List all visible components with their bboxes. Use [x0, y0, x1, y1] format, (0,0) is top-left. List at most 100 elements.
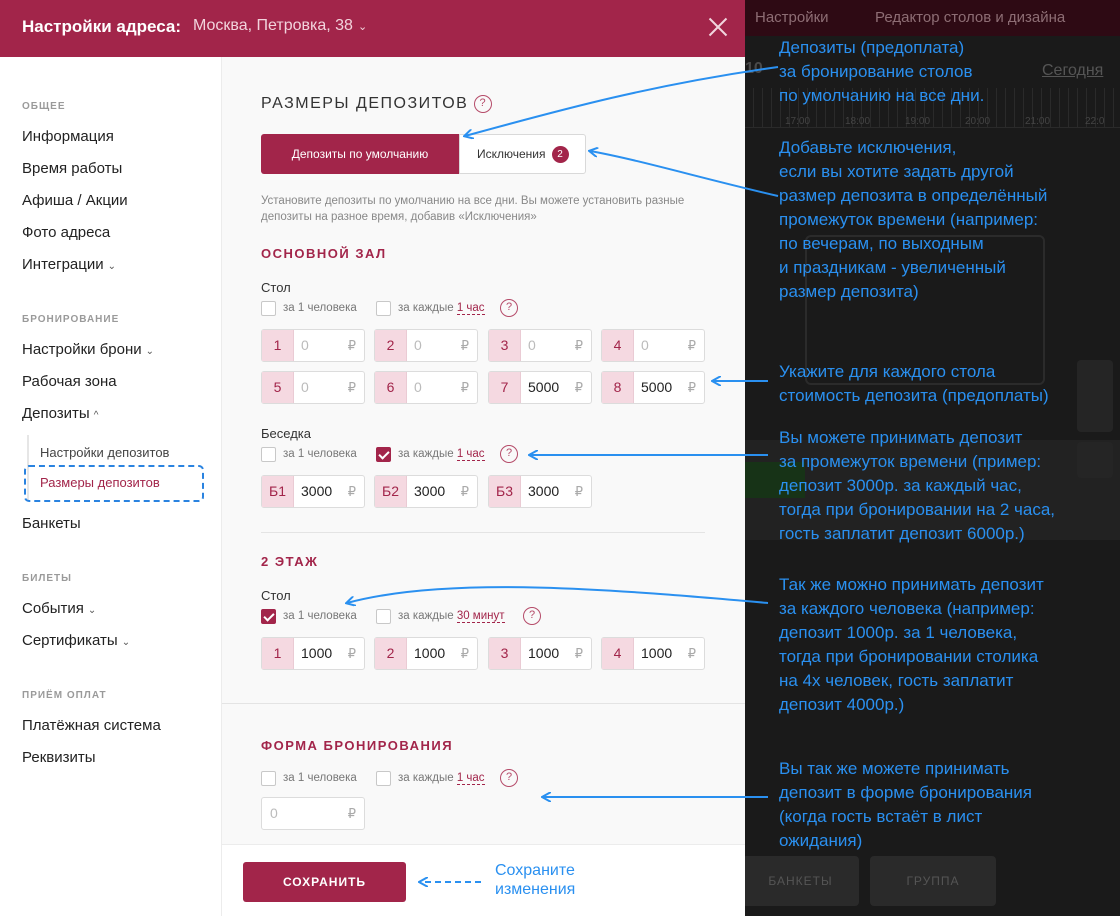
page-title-text: РАЗМЕРЫ ДЕПОЗИТОВ	[261, 95, 469, 113]
annotation-line: Сохраните	[495, 862, 575, 879]
annotation-line: изменения	[495, 881, 576, 898]
deposit-value: 0	[270, 805, 278, 821]
exceptions-count-badge: 2	[551, 146, 569, 164]
sidebar-item-hours[interactable]: Время работы	[22, 160, 122, 177]
per-time-checkbox[interactable]	[376, 609, 391, 624]
per-time-checkbox[interactable]	[376, 301, 391, 316]
highlight-box	[24, 465, 204, 502]
deposit-field[interactable]: 4 1000 ₽	[601, 637, 705, 670]
sidebar-item-events[interactable]: События ⌄	[22, 600, 96, 617]
timeline-tick: 17:00	[785, 116, 811, 127]
per-person-checkbox[interactable]	[261, 447, 276, 462]
sidebar-item-photo[interactable]: Фото адреса	[22, 224, 110, 241]
deposit-field[interactable]: Б3 3000 ₽	[488, 475, 592, 508]
save-button[interactable]: СОХРАНИТЬ	[243, 862, 406, 902]
deposit-field[interactable]: 1 1000 ₽	[261, 637, 365, 670]
sidebar-item-banquets[interactable]: Банкеты	[22, 515, 81, 532]
per-person-checkbox[interactable]	[261, 609, 276, 624]
help-icon[interactable]: ?	[500, 445, 518, 463]
deposit-field[interactable]: 6 0 ₽	[374, 371, 478, 404]
sidebar-item-integrations[interactable]: Интеграции ⌄	[22, 256, 116, 273]
sidebar-item-requisites[interactable]: Реквизиты	[22, 749, 96, 766]
annotation-line: и праздникам - увеличенный	[779, 258, 1006, 277]
help-icon[interactable]: ?	[523, 607, 541, 625]
ruble-icon: ₽	[460, 380, 469, 395]
tab-exceptions[interactable]: Исключения 2	[459, 134, 586, 174]
help-icon[interactable]: ?	[500, 299, 518, 317]
annotation-save: Сохраните изменения	[495, 861, 575, 899]
sidebar-item-booking-settings[interactable]: Настройки брони ⌄	[22, 341, 154, 358]
deposit-field[interactable]: 2 0 ₽	[374, 329, 478, 362]
deposit-value: 3000	[414, 483, 446, 499]
sidebar-item-label: Сертификаты	[22, 632, 118, 649]
deposit-value: 3000	[301, 483, 333, 499]
per-time-checkbox[interactable]	[376, 447, 391, 462]
sidebar-item-promo[interactable]: Афиша / Акции	[22, 192, 128, 209]
sidebar-item-deposits[interactable]: Депозиты ^	[22, 405, 98, 422]
ruble-icon: ₽	[347, 380, 356, 395]
per-time-checkbox[interactable]	[376, 771, 391, 786]
tab-default-deposits[interactable]: Депозиты по умолчанию	[261, 134, 459, 174]
sidebar-item-certificates[interactable]: Сертификаты ⌄	[22, 632, 130, 649]
annotation-exceptions: Добавьте исключения, если вы хотите задат…	[779, 136, 1047, 304]
deposit-field[interactable]: Б1 3000 ₽	[261, 475, 365, 508]
annotation-line: гость заплатит депозит 6000р.)	[779, 524, 1025, 543]
deposit-field[interactable]: 8 5000 ₽	[601, 371, 705, 404]
per-person-checkbox[interactable]	[261, 301, 276, 316]
modal-footer: СОХРАНИТЬ	[222, 844, 745, 916]
sidebar-item-payment-system[interactable]: Платёжная система	[22, 717, 161, 734]
annotation-line: ожидания)	[779, 831, 863, 850]
table-number-tag: 8	[602, 372, 634, 403]
deposit-value: 1000	[641, 645, 673, 661]
address-text: Москва, Петровка, 38	[193, 17, 353, 34]
deposit-field[interactable]: Б2 3000 ₽	[374, 475, 478, 508]
deposit-field[interactable]: 4 0 ₽	[601, 329, 705, 362]
help-icon[interactable]: ?	[474, 95, 493, 113]
deposit-field[interactable]: 2 1000 ₽	[374, 637, 478, 670]
deposit-field[interactable]: 7 5000 ₽	[488, 371, 592, 404]
annotation-line: Укажите для каждого стола	[779, 362, 996, 381]
section-title: 2 ЭТАЖ	[261, 554, 319, 569]
ruble-icon: ₽	[347, 338, 356, 353]
table-number-tag: 3	[489, 330, 521, 361]
annotation-booking-form: Вы так же можете принимать депозит в форм…	[779, 757, 1032, 853]
annotation-per-time: Вы можете принимать депозит за промежуток…	[779, 426, 1055, 546]
timeline-tick: 20:00	[965, 116, 991, 127]
sidebar-item-info[interactable]: Информация	[22, 128, 114, 145]
annotation-line: Депозиты (предоплата)	[779, 38, 965, 57]
annotation-line: на 4х человек, гость заплатит	[779, 671, 1014, 690]
ruble-icon: ₽	[687, 338, 696, 353]
deposit-field[interactable]: 3 1000 ₽	[488, 637, 592, 670]
table-number-tag: 4	[602, 638, 634, 669]
annotation-line: если вы хотите задать другой	[779, 162, 1014, 181]
background-banquets-button: БАНКЕТЫ	[745, 856, 859, 906]
period-selector[interactable]: 1 час	[456, 448, 485, 461]
table-number-tag: 1	[262, 330, 294, 361]
chevron-down-icon: ⌄	[87, 605, 97, 616]
annotation-line: Вы так же можете принимать	[779, 759, 1010, 778]
per-time-label: за каждые	[398, 448, 454, 460]
modal-title: Настройки адреса:	[22, 17, 182, 36]
annotation-line: за каждого человека (например:	[779, 599, 1035, 618]
table-number-tag: Б2	[375, 476, 407, 507]
annotation-line: депозит 4000р.)	[779, 695, 905, 714]
deposit-field[interactable]: 3 0 ₽	[488, 329, 592, 362]
sidebar-section-tickets: БИЛЕТЫ	[22, 573, 72, 584]
address-selector[interactable]: Москва, Петровка, 38 ⌄	[193, 17, 367, 35]
table-number-tag: 4	[602, 330, 634, 361]
period-selector[interactable]: 30 минут	[456, 610, 505, 623]
help-icon[interactable]: ?	[500, 769, 518, 787]
sidebar-subitem-deposit-settings[interactable]: Настройки депозитов	[40, 445, 169, 460]
period-selector[interactable]: 1 час	[456, 772, 485, 785]
sidebar-item-label: Интеграции	[22, 256, 104, 273]
deposit-field[interactable]: 5 0 ₽	[261, 371, 365, 404]
deposit-field[interactable]: 0 ₽	[261, 797, 365, 830]
deposit-field[interactable]: 1 0 ₽	[261, 329, 365, 362]
sidebar-item-work-zone[interactable]: Рабочая зона	[22, 373, 117, 390]
close-icon[interactable]	[706, 15, 730, 39]
background-today-link: Сегодня	[1042, 62, 1104, 79]
ruble-icon: ₽	[687, 646, 696, 661]
per-person-checkbox[interactable]	[261, 771, 276, 786]
period-selector[interactable]: 1 час	[456, 302, 485, 315]
table-number-tag: Б3	[489, 476, 521, 507]
